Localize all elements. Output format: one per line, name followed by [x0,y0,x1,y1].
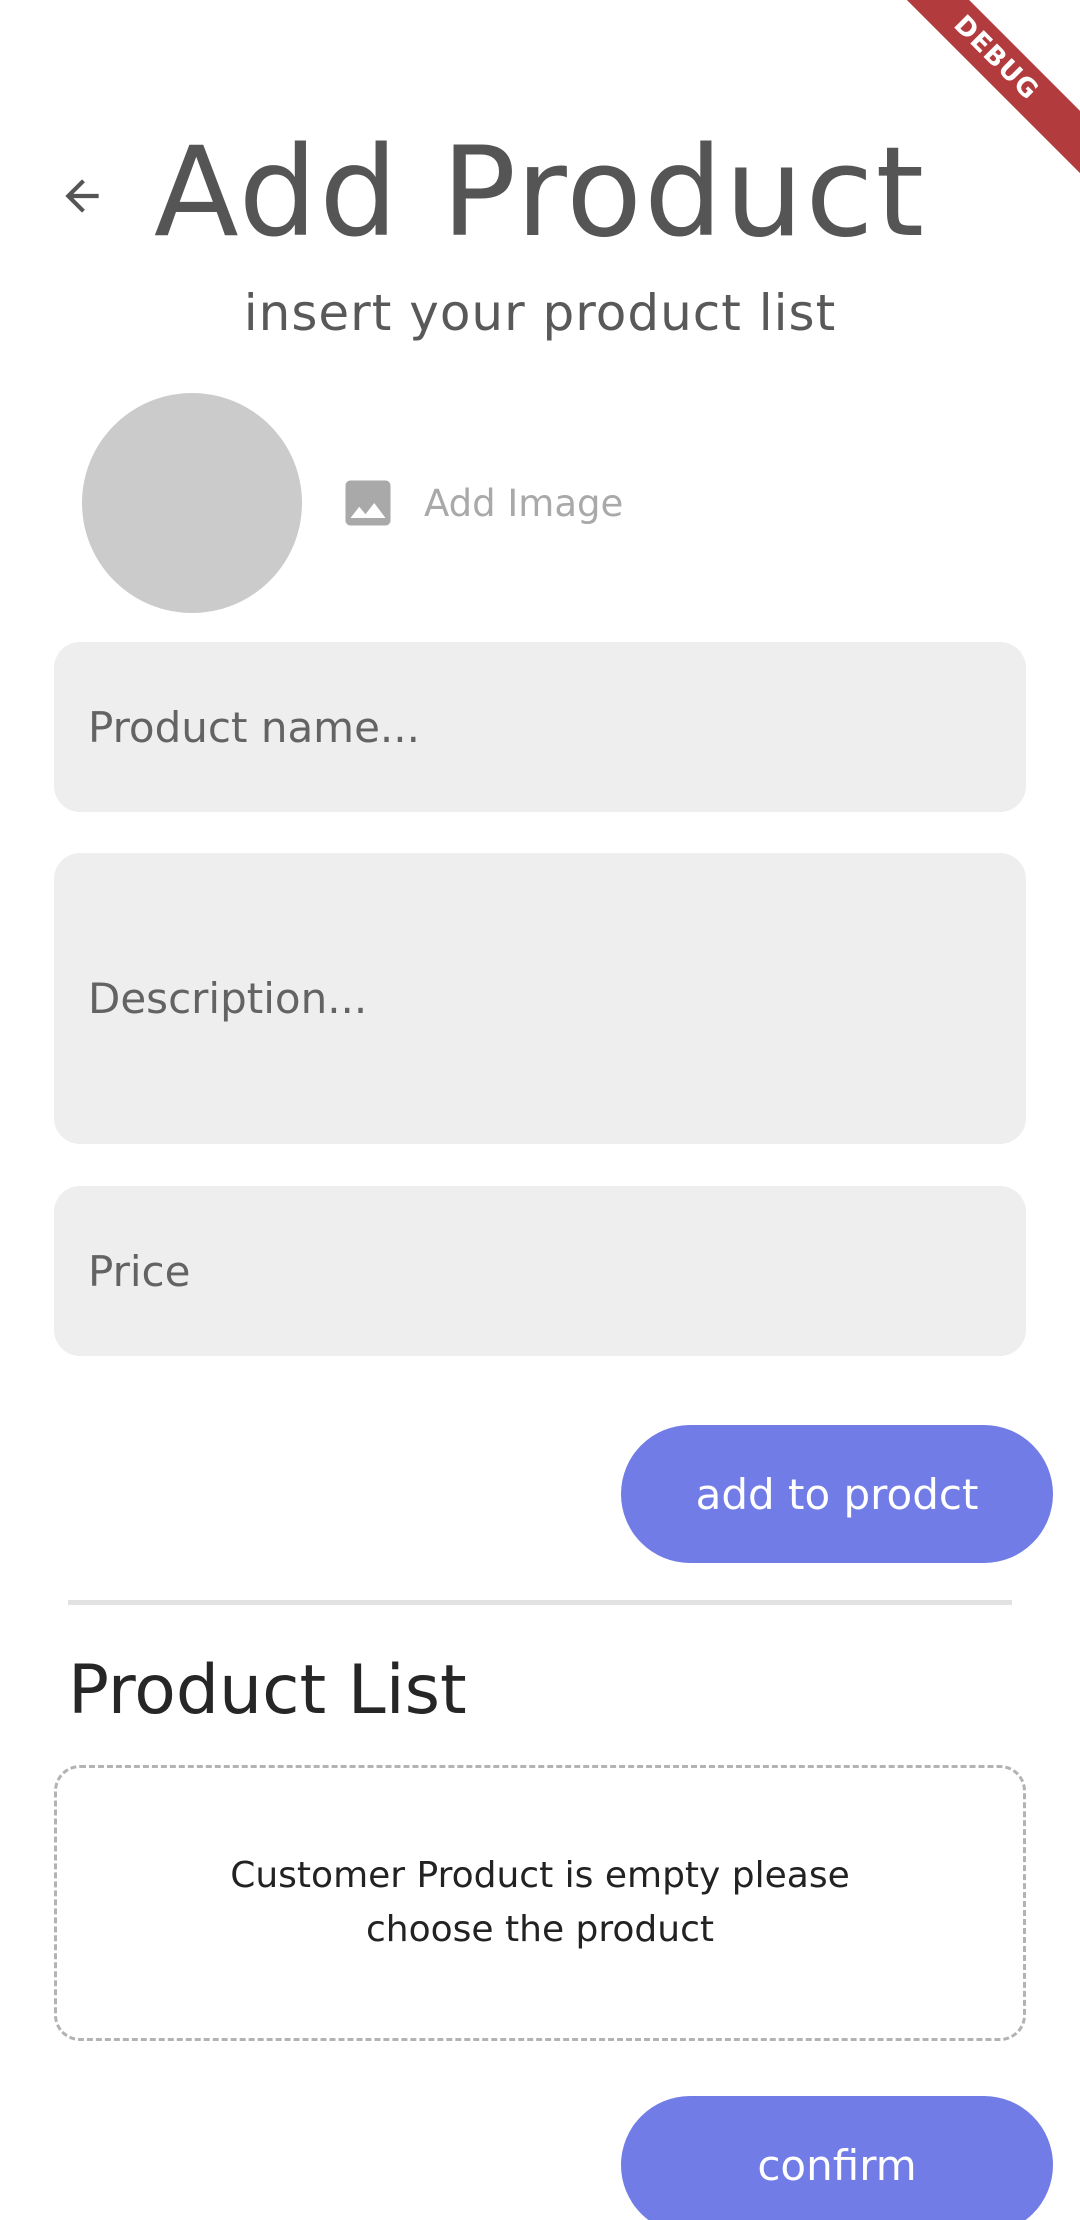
product-list-title: Product List [68,1651,467,1730]
page-subtitle: insert your product list [243,284,837,342]
price-field[interactable]: Price [54,1186,1026,1356]
add-image-button[interactable]: Add Image [338,468,623,538]
description-placeholder: Description... [88,974,368,1023]
image-icon [345,480,391,526]
add-image-label: Add Image [424,481,624,525]
add-to-product-button[interactable]: add to prodct [621,1425,1053,1563]
product-image-placeholder[interactable] [82,393,302,613]
add-to-product-label: add to prodct [695,1469,979,1519]
confirm-button[interactable]: confirm [621,2096,1053,2220]
product-name-field[interactable]: Product name... [54,642,1026,812]
product-list-empty-state: Customer Product is empty please choose … [54,1765,1026,2041]
confirm-label: confirm [757,2140,917,2190]
page-title: Add Product [153,121,927,265]
add-product-screen: Add Product insert your product list Add… [0,0,1080,2220]
section-divider [68,1600,1012,1605]
description-field[interactable]: Description... [54,853,1026,1144]
empty-message: Customer Product is empty please choose … [230,1855,850,1950]
product-name-placeholder: Product name... [88,702,420,752]
price-placeholder: Price [88,1246,191,1296]
